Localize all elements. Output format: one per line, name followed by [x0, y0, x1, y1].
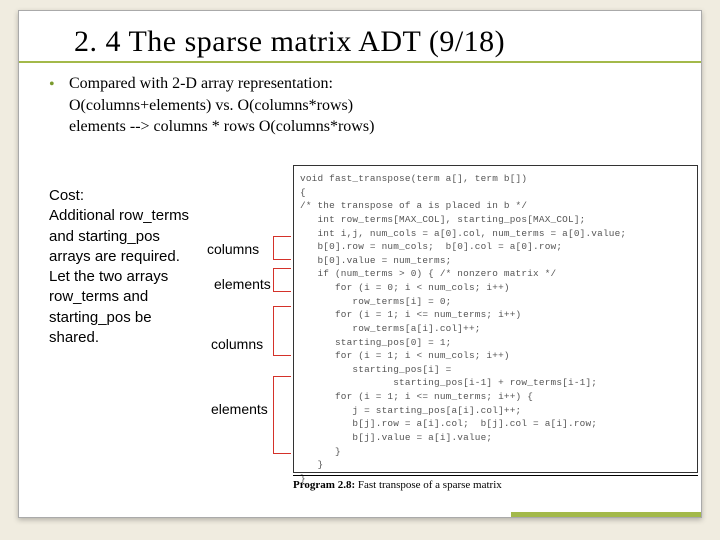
accent-line	[19, 61, 701, 63]
caption-bold: Program 2.8:	[293, 479, 355, 491]
cost-l4: arrays are required.	[49, 248, 180, 265]
bottom-accent	[511, 512, 701, 517]
cost-l8: shared.	[49, 329, 99, 346]
bullet-text: Compared with 2-D array representation: …	[69, 73, 374, 138]
bullet-line-1: Compared with 2-D array representation:	[69, 75, 333, 92]
slide-title: 2. 4 The sparse matrix ADT (9/18)	[74, 25, 505, 59]
bullet-line-3: elements --> columns * rows O(columns*ro…	[69, 118, 374, 135]
bracket-3	[273, 306, 291, 356]
annotation-elements-1: elements	[214, 276, 271, 292]
code-caption: Program 2.8: Fast transpose of a sparse …	[293, 475, 698, 491]
bracket-1	[273, 236, 291, 260]
cost-l3: and starting_pos	[49, 228, 160, 245]
caption-text: Fast transpose of a sparse matrix	[355, 479, 502, 491]
annotation-elements-2: elements	[211, 401, 268, 417]
cost-l2: Additional row_terms	[49, 207, 189, 224]
annotation-columns-2: columns	[211, 336, 263, 352]
cost-l6: row_terms and	[49, 288, 148, 305]
bracket-2	[273, 268, 291, 292]
bullet-line-2: O(columns+elements) vs. O(columns*rows)	[69, 97, 353, 114]
bracket-4	[273, 376, 291, 454]
bullet-marker: •	[49, 76, 55, 94]
annotation-columns-1: columns	[207, 241, 259, 257]
cost-text: Cost: Additional row_terms and starting_…	[49, 186, 239, 348]
slide-container: 2. 4 The sparse matrix ADT (9/18) • Comp…	[18, 10, 702, 518]
cost-l7: starting_pos be	[49, 309, 152, 326]
code-listing: void fast_transpose(term a[], term b[]) …	[293, 165, 698, 473]
cost-l5: Let the two arrays	[49, 268, 168, 285]
cost-l1: Cost:	[49, 187, 84, 204]
